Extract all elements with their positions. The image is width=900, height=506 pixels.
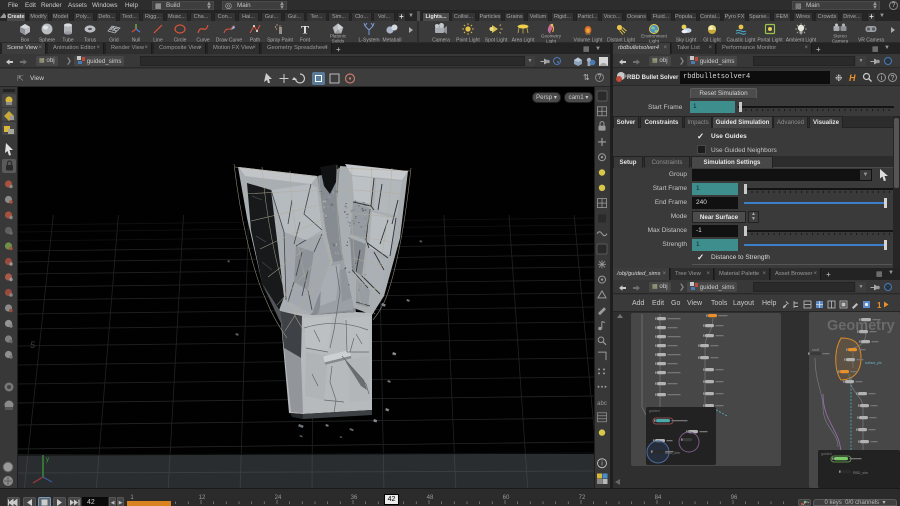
svg-text:1: 1	[877, 301, 882, 310]
svg-text:guided: guided	[649, 409, 660, 413]
svg-text:guided: guided	[821, 452, 832, 456]
svg-text:RBD_sim: RBD_sim	[853, 471, 868, 475]
svg-text:RBD_sim: RBD_sim	[665, 451, 680, 455]
svg-text:surface_pts: surface_pts	[865, 361, 882, 365]
svg-text:T: T	[301, 23, 309, 37]
svg-text:abc: abc	[597, 401, 607, 407]
svg-text:sroft: sroft	[812, 348, 819, 352]
svg-text:y: y	[46, 457, 49, 463]
svg-text:i: i	[601, 461, 603, 468]
